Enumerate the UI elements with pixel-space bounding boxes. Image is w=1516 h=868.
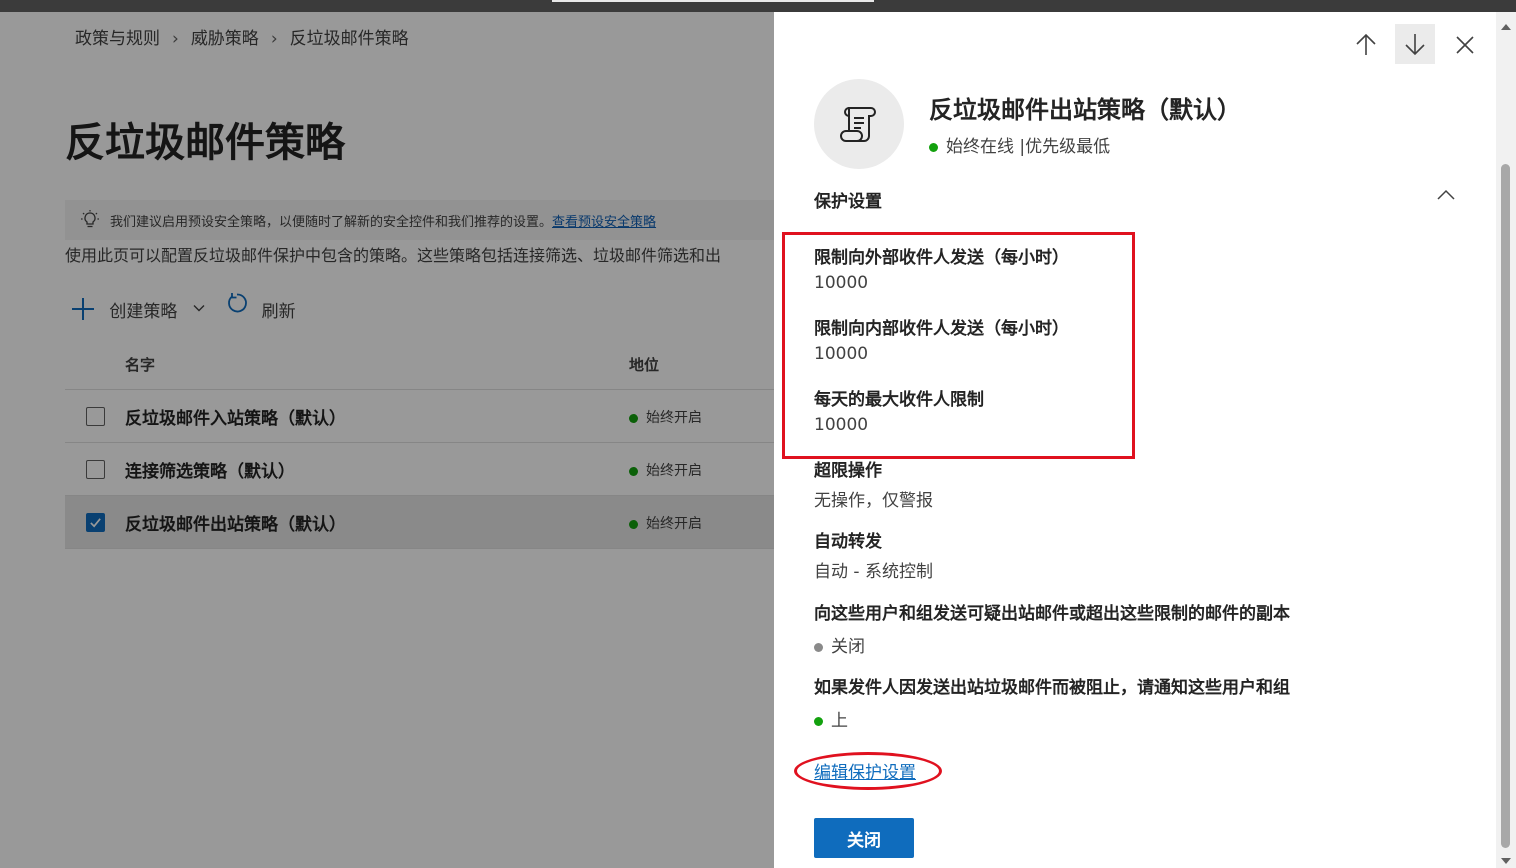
close-icon[interactable]: [1452, 32, 1478, 58]
close-button[interactable]: 关闭: [814, 818, 914, 858]
field-value-copy-recipients: 关闭: [814, 632, 865, 657]
field-label-limit-action: 超限操作: [814, 461, 882, 481]
arrow-up-icon[interactable]: [1353, 32, 1379, 58]
copy-recipients-status: 关闭: [831, 637, 865, 657]
browser-tab-indicator: [552, 0, 874, 2]
highlight-annotation-ellipse: [794, 752, 942, 790]
field-label-notify-recipients: 如果发件人因发送出站垃圾邮件而被阻止，请通知这些用户和组: [814, 678, 1290, 698]
avatar: [814, 79, 904, 169]
panel-subtitle: 始终在线 |优先级最低: [929, 132, 1110, 157]
field-value-notify-recipients: 上: [814, 706, 848, 731]
scroll-thumb[interactable]: [1501, 164, 1510, 848]
next-item-button[interactable]: [1395, 24, 1435, 64]
status-dot-icon: [814, 642, 823, 652]
status-dot-icon: [814, 716, 823, 726]
highlight-annotation-box: [782, 232, 1135, 459]
modal-overlay[interactable]: [0, 12, 774, 868]
arrow-down-icon: [1405, 34, 1425, 56]
section-title: 保护设置: [814, 192, 882, 212]
chevron-up-icon[interactable]: [1436, 188, 1456, 202]
panel-title: 反垃圾邮件出站策略（默认）: [929, 96, 1241, 124]
policy-scroll-icon: [840, 107, 876, 142]
field-value-limit-action: 无操作，仅警报: [814, 491, 933, 511]
status-dot-icon: [929, 142, 938, 152]
details-panel: 反垃圾邮件出站策略（默认） 始终在线 |优先级最低 保护设置 限制向外部收件人发…: [774, 12, 1516, 868]
scrollbar[interactable]: [1496, 12, 1516, 868]
field-value-auto-forward: 自动 - 系统控制: [814, 562, 933, 582]
panel-status-text: 始终在线 |优先级最低: [946, 137, 1111, 157]
scroll-up-arrow-icon[interactable]: [1501, 24, 1511, 30]
field-label-auto-forward: 自动转发: [814, 532, 882, 552]
notify-recipients-status: 上: [831, 711, 848, 731]
scroll-down-arrow-icon[interactable]: [1501, 858, 1511, 864]
browser-top-strip: [0, 0, 1516, 12]
field-label-copy-recipients: 向这些用户和组发送可疑出站邮件或超出这些限制的邮件的副本: [814, 604, 1290, 624]
